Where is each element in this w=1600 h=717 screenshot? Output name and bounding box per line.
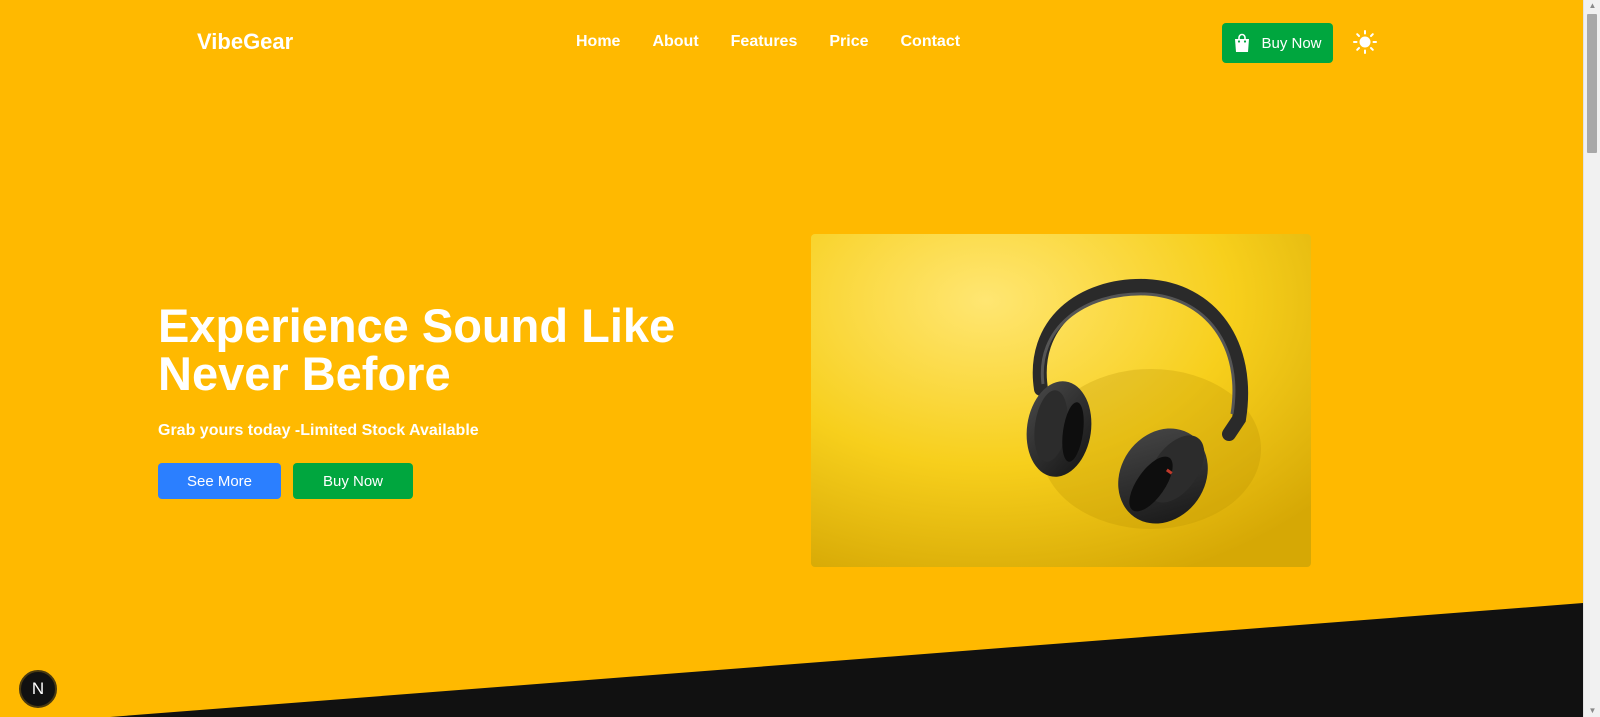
shopping-bag-icon xyxy=(1235,33,1250,52)
scroll-down-arrow-icon[interactable]: ▼ xyxy=(1584,705,1600,717)
scroll-thumb[interactable] xyxy=(1587,14,1597,153)
nav-features[interactable]: Features xyxy=(731,33,798,51)
headphones-illustration xyxy=(811,234,1311,567)
hero-subtitle: Grab yours today -Limited Stock Availabl… xyxy=(158,422,479,439)
vertical-scrollbar[interactable]: ▲ ▼ xyxy=(1583,0,1600,717)
sun-icon[interactable] xyxy=(1353,30,1377,54)
nav-contact[interactable]: Contact xyxy=(901,33,961,51)
hero-title-line2: Never Before xyxy=(158,347,451,400)
nav-home[interactable]: Home xyxy=(576,33,620,51)
nav-buy-now-label: Buy Now xyxy=(1261,34,1322,52)
next-dev-badge[interactable]: N xyxy=(19,670,57,708)
nav-buy-now-button[interactable]: Buy Now xyxy=(1222,23,1333,63)
page: VibeGear Home About Features Price Conta… xyxy=(0,0,1600,717)
main-nav: Home About Features Price Contact xyxy=(576,33,992,51)
brand-logo[interactable]: VibeGear xyxy=(197,29,293,55)
nav-price[interactable]: Price xyxy=(829,33,868,51)
hero-title-line1: Experience Sound Like xyxy=(158,299,676,352)
headphones-image xyxy=(811,234,1311,567)
hero-buy-now-button[interactable]: Buy Now xyxy=(293,463,413,499)
scroll-up-arrow-icon[interactable]: ▲ xyxy=(1584,0,1600,12)
hero-title: Experience Sound Like Never Before xyxy=(158,302,718,398)
nav-about[interactable]: About xyxy=(652,33,698,51)
see-more-button[interactable]: See More xyxy=(158,463,281,499)
